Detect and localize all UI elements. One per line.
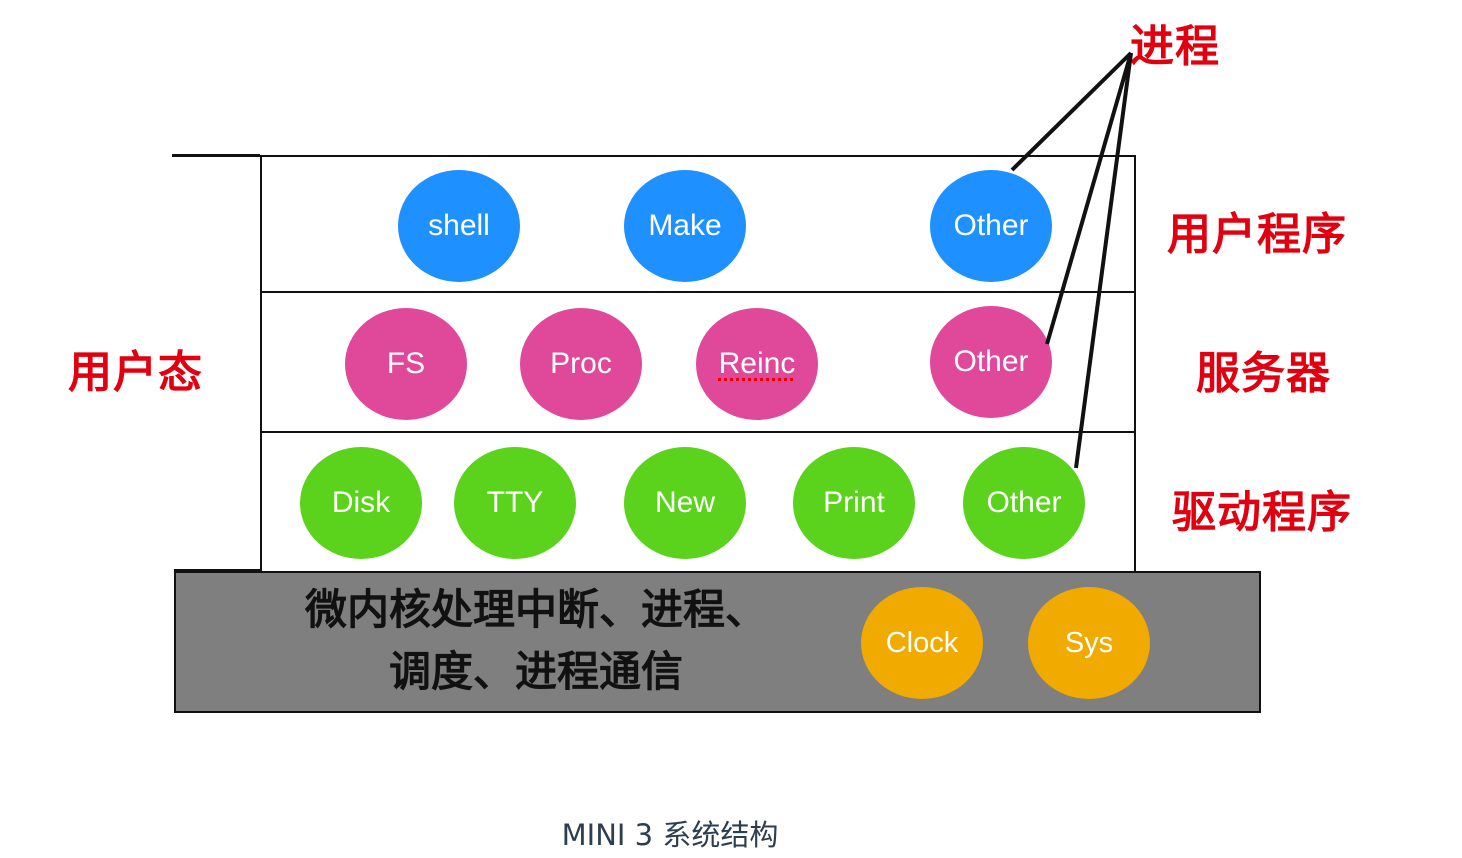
server-node-other: Other — [930, 306, 1052, 418]
microkernel-layer: 微内核处理中断、进程、 调度、进程通信 Clock Sys — [174, 571, 1261, 713]
user-mode-label: 用户态 — [68, 347, 203, 398]
user-programs-layer: shell Make Other — [260, 155, 1136, 293]
layer-label-servers: 服务器 — [1196, 348, 1331, 399]
process-annotation-label: 进程 — [1130, 21, 1220, 72]
kernel-node-clock: Clock — [861, 587, 983, 699]
process-node-other-user: Other — [930, 170, 1052, 282]
user-mode-bracket-top — [172, 154, 260, 157]
pointer-line-user-other — [1010, 51, 1133, 172]
driver-node-other: Other — [963, 447, 1085, 559]
figure-caption: MINI 3 系统结构 — [561, 818, 779, 852]
driver-node-new: New — [624, 447, 746, 559]
server-node-reinc-label: Reinc — [718, 347, 796, 380]
process-node-make: Make — [624, 170, 746, 282]
kernel-description-line1: 微内核处理中断、进程、 — [304, 585, 767, 634]
driver-node-tty: TTY — [454, 447, 576, 559]
driver-node-print: Print — [793, 447, 915, 559]
layer-label-drivers: 驱动程序 — [1172, 487, 1352, 538]
drivers-layer: Disk TTY New Print Other — [260, 431, 1136, 573]
server-node-proc: Proc — [520, 308, 642, 420]
kernel-description: 微内核处理中断、进程、 调度、进程通信 — [286, 579, 786, 703]
kernel-node-sys: Sys — [1028, 587, 1150, 699]
servers-layer: FS Proc Reinc Other — [260, 291, 1136, 433]
layer-label-user-programs: 用户程序 — [1167, 209, 1347, 260]
server-node-fs: FS — [345, 308, 467, 420]
driver-node-disk: Disk — [300, 447, 422, 559]
kernel-description-line2: 调度、进程通信 — [388, 647, 683, 696]
process-node-shell: shell — [398, 170, 520, 282]
server-node-reinc: Reinc — [696, 308, 818, 420]
